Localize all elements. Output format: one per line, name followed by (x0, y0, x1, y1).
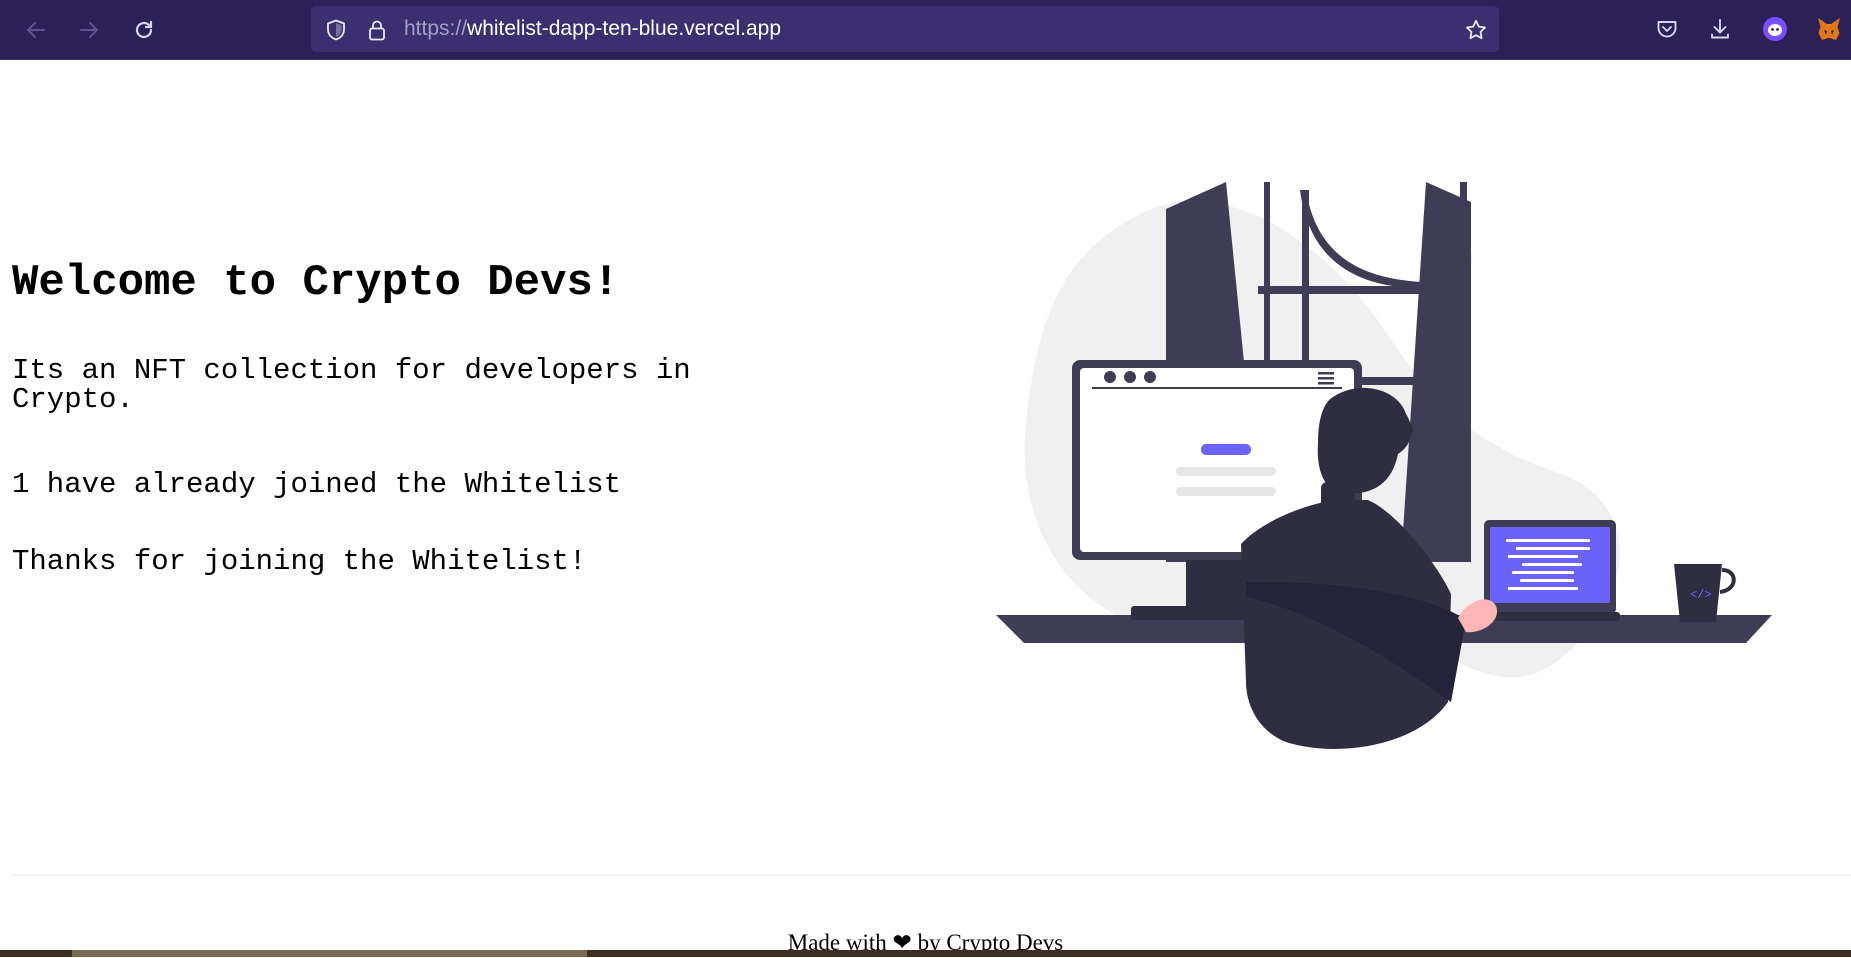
back-button[interactable] (18, 12, 54, 48)
address-bar[interactable]: https://whitelist-dapp-ten-blue.vercel.a… (311, 6, 1499, 52)
taskbar-strip (0, 950, 1851, 957)
url-text[interactable]: https://whitelist-dapp-ten-blue.vercel.a… (404, 6, 781, 52)
reload-button[interactable] (126, 12, 162, 48)
shield-icon[interactable] (324, 18, 348, 42)
extension-button[interactable] (1759, 13, 1791, 45)
url-host: whitelist-dapp-ten-blue.vercel.app (467, 17, 782, 40)
lock-icon[interactable] (365, 18, 389, 42)
browser-toolbar: https://whitelist-dapp-ten-blue.vercel.a… (0, 0, 1851, 60)
star-icon[interactable] (1464, 18, 1488, 42)
window-transom (1258, 286, 1470, 294)
arrow-right-icon (80, 22, 98, 38)
url-scheme: https:// (404, 17, 468, 40)
metamask-button[interactable] (1813, 13, 1845, 45)
forward-button[interactable] (71, 12, 107, 48)
metamask-fox-icon (1818, 18, 1840, 40)
page-description: Its an NFT collection for developers in … (12, 354, 691, 416)
developer-illustration: </> (996, 182, 1772, 749)
taskbar-segment (72, 950, 587, 957)
downloads-button[interactable] (1704, 13, 1736, 45)
whitelist-count: 1 have already joined the Whitelist (12, 468, 622, 501)
window-mullion (1460, 182, 1467, 557)
extension-icon (1763, 17, 1787, 41)
download-icon (1711, 19, 1729, 39)
pocket-button[interactable] (1651, 13, 1683, 45)
svg-text:</>: </> (1690, 588, 1712, 602)
whitelist-status-message: Thanks for joining the Whitelist! (12, 545, 587, 578)
pocket-icon (1657, 21, 1677, 38)
footer-divider (12, 875, 1851, 876)
page-title: Welcome to Crypto Devs! (12, 258, 620, 308)
reload-icon (135, 20, 153, 39)
screen-button (1201, 444, 1251, 455)
arrow-left-icon (27, 22, 45, 38)
